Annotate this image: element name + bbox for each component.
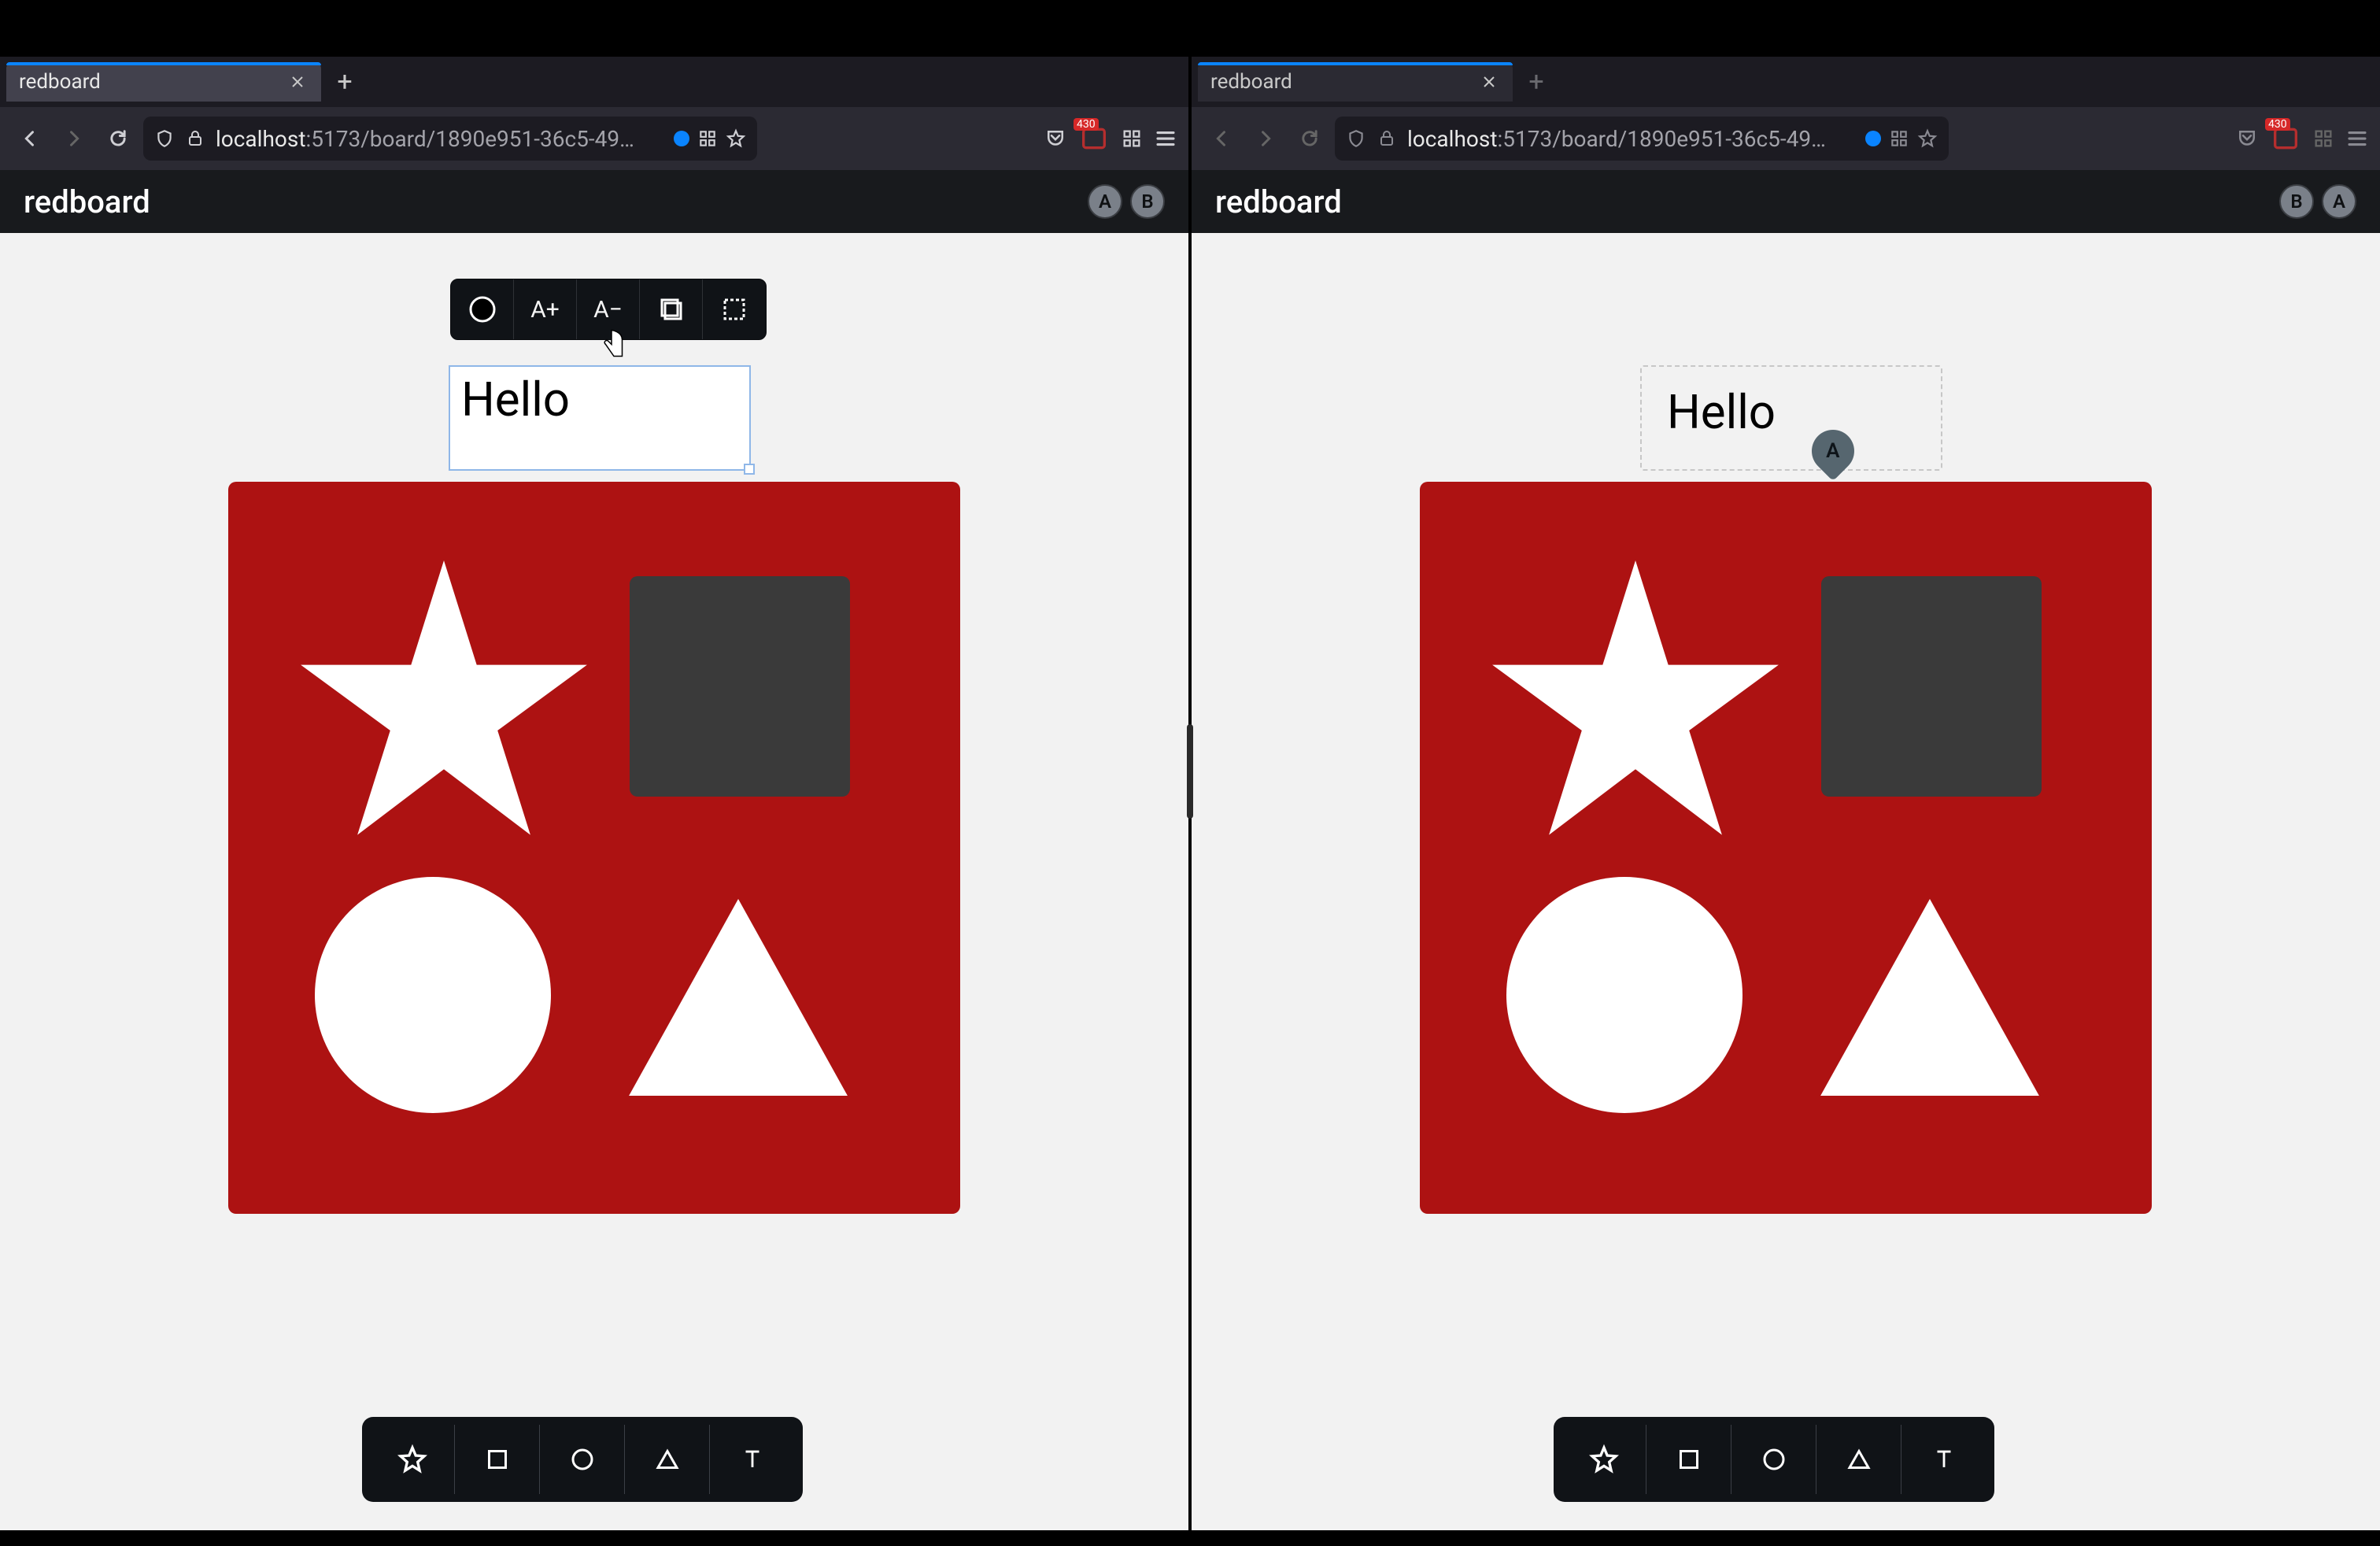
back-button[interactable] (11, 120, 49, 157)
avatar[interactable]: A (2322, 184, 2356, 219)
extension-badge-icon[interactable]: 430 (1078, 123, 1110, 154)
extensions-icon[interactable] (2312, 128, 2334, 150)
reload-button[interactable] (99, 120, 137, 157)
tab-strip: redboard + (1192, 57, 2380, 107)
forward-button[interactable] (55, 120, 93, 157)
triangle-shape[interactable] (628, 899, 848, 1096)
font-decrease-button[interactable]: A− (577, 279, 640, 339)
tool-tray (1554, 1417, 1994, 1502)
avatar[interactable]: B (1130, 184, 1165, 219)
avatar[interactable]: A (1088, 184, 1122, 219)
pocket-icon[interactable] (1044, 127, 1067, 150)
remote-cursor-label: A (1826, 439, 1839, 463)
font-increase-button[interactable]: A+ (514, 279, 577, 339)
app-header: redboard A B (0, 170, 1188, 233)
tool-text-button[interactable] (1901, 1425, 1986, 1494)
tool-tray (362, 1417, 803, 1502)
page-action-dot-icon[interactable] (674, 131, 689, 146)
window-controls-area (0, 0, 1188, 57)
forward-button[interactable] (1247, 120, 1284, 157)
star-shape[interactable] (294, 560, 593, 844)
divider-handle[interactable] (1187, 724, 1193, 819)
back-button[interactable] (1203, 120, 1240, 157)
circle-shape[interactable] (315, 877, 551, 1113)
presence-avatars: B A (2279, 184, 2356, 219)
extension-badge-icon[interactable]: 430 (2270, 123, 2301, 154)
app-title: redboard (1215, 183, 1342, 220)
square-shape[interactable] (1821, 576, 2042, 797)
url-text: localhost:5173/board/1890e951-36c5-49… (216, 126, 634, 152)
window-controls-area (1192, 0, 2380, 57)
tool-star-button[interactable] (370, 1425, 455, 1494)
canvas[interactable]: Hello A (1192, 233, 2380, 1530)
avatar[interactable]: B (2279, 184, 2314, 219)
extensions-icon[interactable] (1121, 128, 1143, 150)
badge-count: 430 (1074, 118, 1099, 131)
url-bar: localhost:5173/board/1890e951-36c5-49… 4… (1192, 107, 2380, 170)
pocket-icon[interactable] (2235, 127, 2259, 150)
canvas[interactable]: A+ A− Hello (0, 233, 1188, 1530)
shield-icon (1346, 128, 1366, 149)
tab-title: redboard (19, 70, 101, 94)
text-value: Hello (1667, 384, 1776, 440)
reload-button[interactable] (1291, 120, 1329, 157)
tool-triangle-button[interactable] (1816, 1425, 1901, 1494)
dashed-select-button[interactable] (703, 279, 766, 339)
close-tab-icon[interactable] (286, 71, 309, 93)
tool-circle-button[interactable] (1731, 1425, 1816, 1494)
hamburger-menu-icon[interactable] (2345, 127, 2369, 150)
triangle-shape[interactable] (1820, 899, 2040, 1096)
browser-tab[interactable]: redboard (1198, 62, 1513, 102)
url-bar: localhost:5173/board/1890e951-36c5-49… 4… (0, 107, 1188, 170)
browser-window-right: redboard + (1192, 0, 2380, 1546)
text-element[interactable]: Hello (449, 365, 751, 471)
context-toolbar: A+ A− (450, 279, 767, 340)
badge-count: 430 (2265, 118, 2290, 131)
lock-icon (1377, 129, 1396, 148)
tool-triangle-button[interactable] (625, 1425, 710, 1494)
presence-avatars: A B (1088, 184, 1165, 219)
resize-handle[interactable] (744, 464, 755, 475)
tool-circle-button[interactable] (540, 1425, 625, 1494)
app-title: redboard (24, 183, 150, 220)
browser-tab[interactable]: redboard (6, 62, 321, 102)
square-shape[interactable] (630, 576, 850, 797)
star-shape[interactable] (1486, 560, 1785, 844)
hamburger-menu-icon[interactable] (1154, 127, 1177, 150)
new-tab-button[interactable]: + (331, 68, 359, 96)
text-element[interactable]: Hello (1656, 379, 1787, 445)
browser-window-left: redboard + (0, 0, 1188, 1546)
tool-square-button[interactable] (1646, 1425, 1731, 1494)
tool-square-button[interactable] (455, 1425, 540, 1494)
color-swatch-button[interactable] (451, 279, 514, 339)
page-action-dot-icon[interactable] (1865, 131, 1881, 146)
address-field[interactable]: localhost:5173/board/1890e951-36c5-49… (1335, 117, 1949, 161)
url-text: localhost:5173/board/1890e951-36c5-49… (1407, 126, 1826, 152)
close-tab-icon[interactable] (1478, 71, 1500, 93)
new-tab-button[interactable]: + (1522, 68, 1550, 96)
tab-strip: redboard + (0, 57, 1188, 107)
bookmark-star-icon[interactable] (726, 128, 746, 149)
grid-icon[interactable] (1889, 128, 1909, 149)
tool-text-button[interactable] (710, 1425, 795, 1494)
address-field[interactable]: localhost:5173/board/1890e951-36c5-49… (143, 117, 757, 161)
outline-button[interactable] (640, 279, 703, 339)
lock-icon (186, 129, 205, 148)
bookmark-star-icon[interactable] (1917, 128, 1938, 149)
circle-shape[interactable] (1506, 877, 1743, 1113)
tool-star-button[interactable] (1561, 1425, 1646, 1494)
grid-icon[interactable] (697, 128, 718, 149)
shield-icon (154, 128, 175, 149)
app-header: redboard B A (1192, 170, 2380, 233)
tab-title: redboard (1210, 70, 1292, 94)
text-value: Hello (461, 372, 570, 427)
